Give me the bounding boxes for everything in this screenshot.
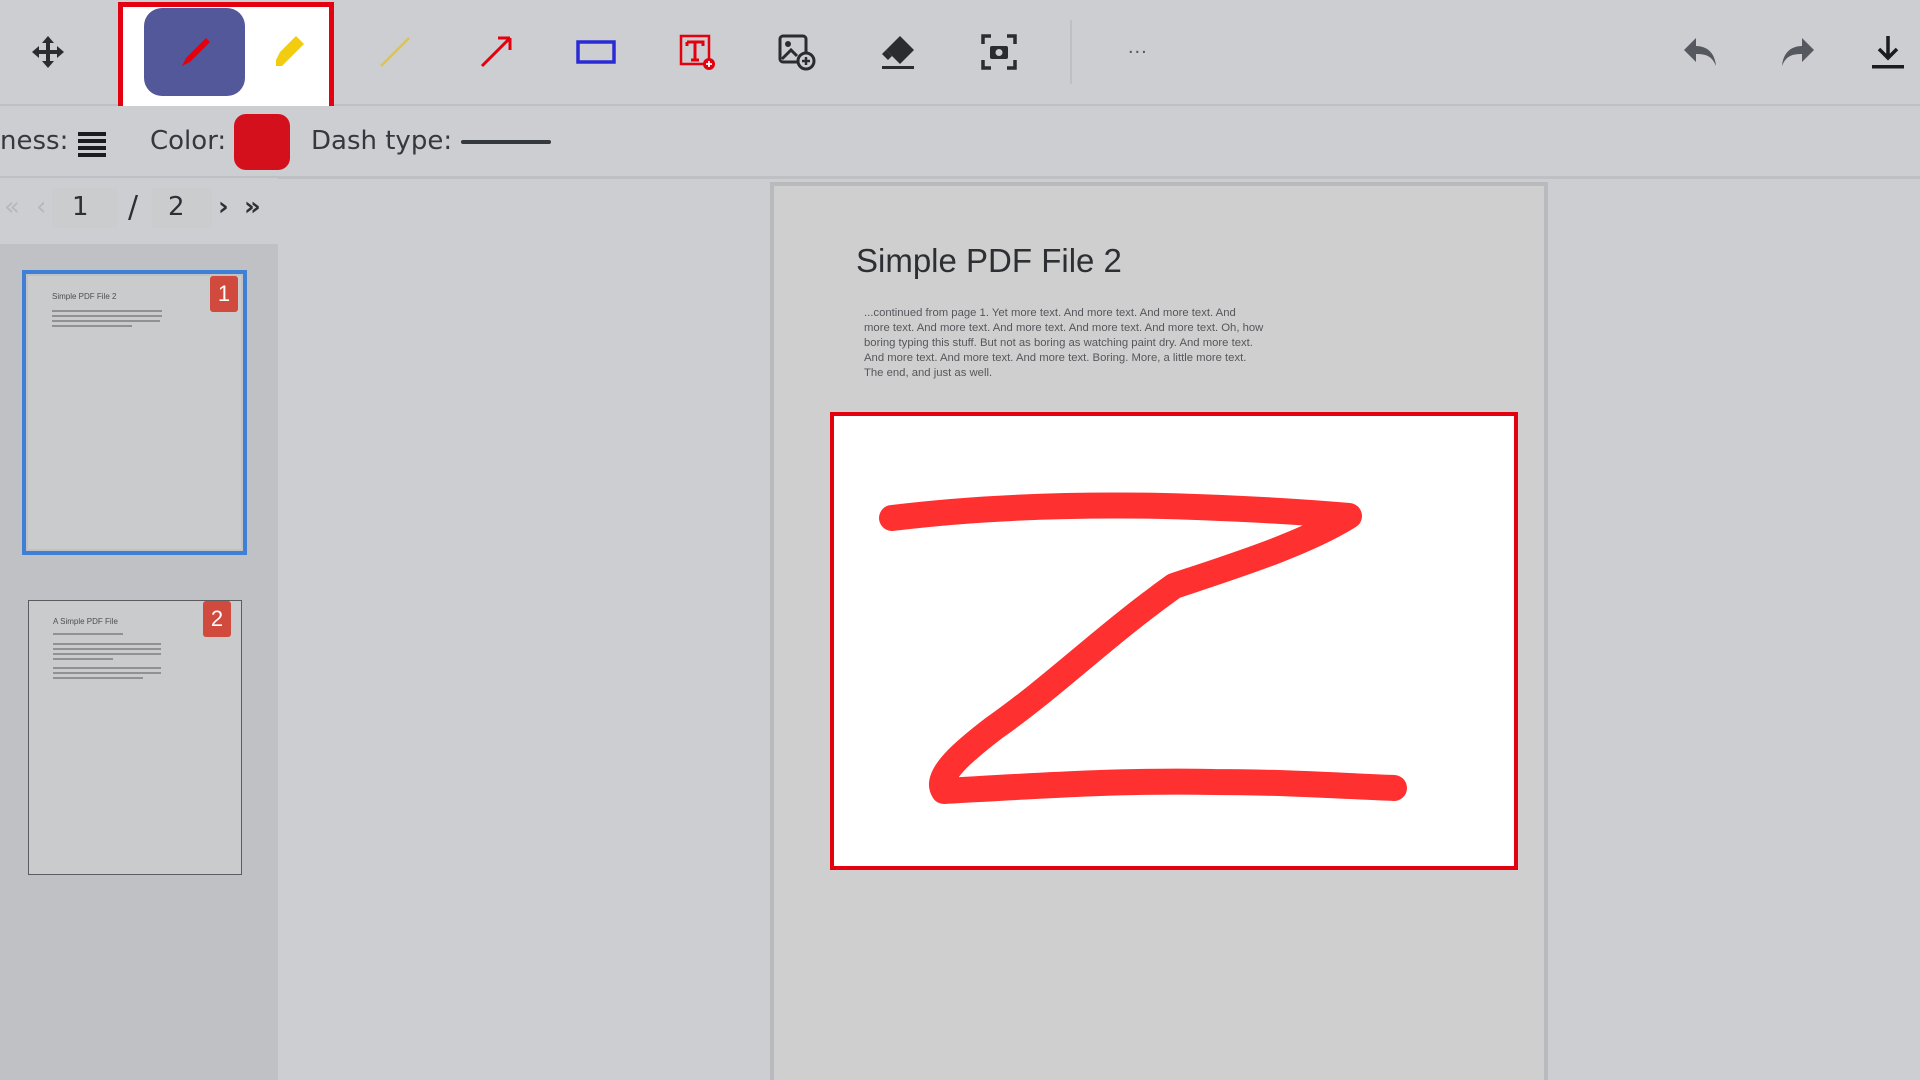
- color-label: Color:: [150, 126, 227, 156]
- freehand-z-stroke: [879, 492, 1407, 804]
- dash-type-label: Dash type:: [311, 126, 453, 156]
- total-pages: 2: [168, 192, 185, 222]
- move-icon: [32, 36, 64, 68]
- line-tool-button[interactable]: [355, 0, 435, 104]
- highlighter-tool-button[interactable]: [250, 0, 330, 104]
- document-body-text: ...continued from page 1. Yet more text.…: [864, 307, 1264, 379]
- thickness-label: ness:: [0, 126, 69, 156]
- thumbnail-text-line: [52, 325, 132, 327]
- thumbnail-title: Simple PDF File 2: [52, 292, 117, 301]
- page-badge: 2: [203, 601, 231, 637]
- thumbnail-text-line: [52, 315, 162, 317]
- undo-icon: [1684, 38, 1716, 66]
- eraser-icon: [882, 36, 914, 69]
- thumbnail-text-line: [53, 653, 161, 655]
- thumbnail-title: A Simple PDF File: [53, 617, 118, 626]
- page-badge: 1: [210, 276, 238, 312]
- screenshot-icon: [981, 34, 1017, 70]
- add-image-icon: [778, 34, 816, 71]
- thumbnail-text-line: [53, 643, 161, 645]
- text-tool-button[interactable]: [657, 0, 737, 104]
- arrow-icon: [480, 36, 512, 68]
- thumbnail-text-line: [52, 310, 162, 312]
- drawn-annotation-box[interactable]: [830, 412, 1518, 870]
- eraser-tool-button[interactable]: [858, 0, 938, 104]
- document-title: Simple PDF File 2: [856, 242, 1122, 279]
- thumbnail-text-line: [53, 648, 161, 650]
- thumbnail-text-line: [53, 677, 143, 679]
- add-image-tool-button[interactable]: [757, 0, 837, 104]
- prev-page-button[interactable]: ‹: [36, 192, 46, 222]
- thumbnail-text-line: [53, 667, 161, 669]
- rectangle-tool-button[interactable]: [556, 0, 636, 104]
- move-tool-button[interactable]: [8, 0, 88, 104]
- arrow-tool-button[interactable]: [456, 0, 536, 104]
- last-page-button[interactable]: »: [244, 192, 261, 222]
- thumbnail-text-line: [53, 658, 113, 660]
- first-page-button[interactable]: «: [4, 192, 20, 222]
- download-button[interactable]: [1856, 0, 1920, 104]
- highlighter-icon: [276, 36, 304, 66]
- next-page-button[interactable]: ›: [218, 192, 229, 222]
- page-separator: /: [128, 190, 139, 225]
- pen-tool-button[interactable]: [154, 0, 234, 104]
- color-picker-swatch[interactable]: [234, 114, 290, 170]
- redo-button[interactable]: [1758, 0, 1838, 104]
- thumbnail-page-2[interactable]: A Simple PDF File 2: [28, 600, 242, 875]
- redo-icon: [1782, 38, 1814, 66]
- thickness-picker-icon[interactable]: [78, 132, 106, 157]
- undo-button[interactable]: [1660, 0, 1740, 104]
- pen-icon: [182, 38, 210, 66]
- line-icon: [380, 37, 410, 67]
- download-icon: [1872, 36, 1904, 69]
- dash-type-picker[interactable]: [461, 140, 551, 144]
- text-icon: [679, 34, 715, 70]
- current-page-input[interactable]: 1: [72, 192, 89, 222]
- toolbar-divider: [1070, 20, 1072, 84]
- more-tools-button[interactable]: ...: [1128, 36, 1148, 59]
- thumbnail-text-line: [53, 633, 123, 635]
- thumbnail-text-line: [52, 320, 160, 322]
- thumbnail-page-1[interactable]: Simple PDF File 2 1: [28, 276, 241, 549]
- screenshot-tool-button[interactable]: [959, 0, 1039, 104]
- thumbnail-text-line: [53, 672, 161, 674]
- rectangle-icon: [576, 40, 616, 64]
